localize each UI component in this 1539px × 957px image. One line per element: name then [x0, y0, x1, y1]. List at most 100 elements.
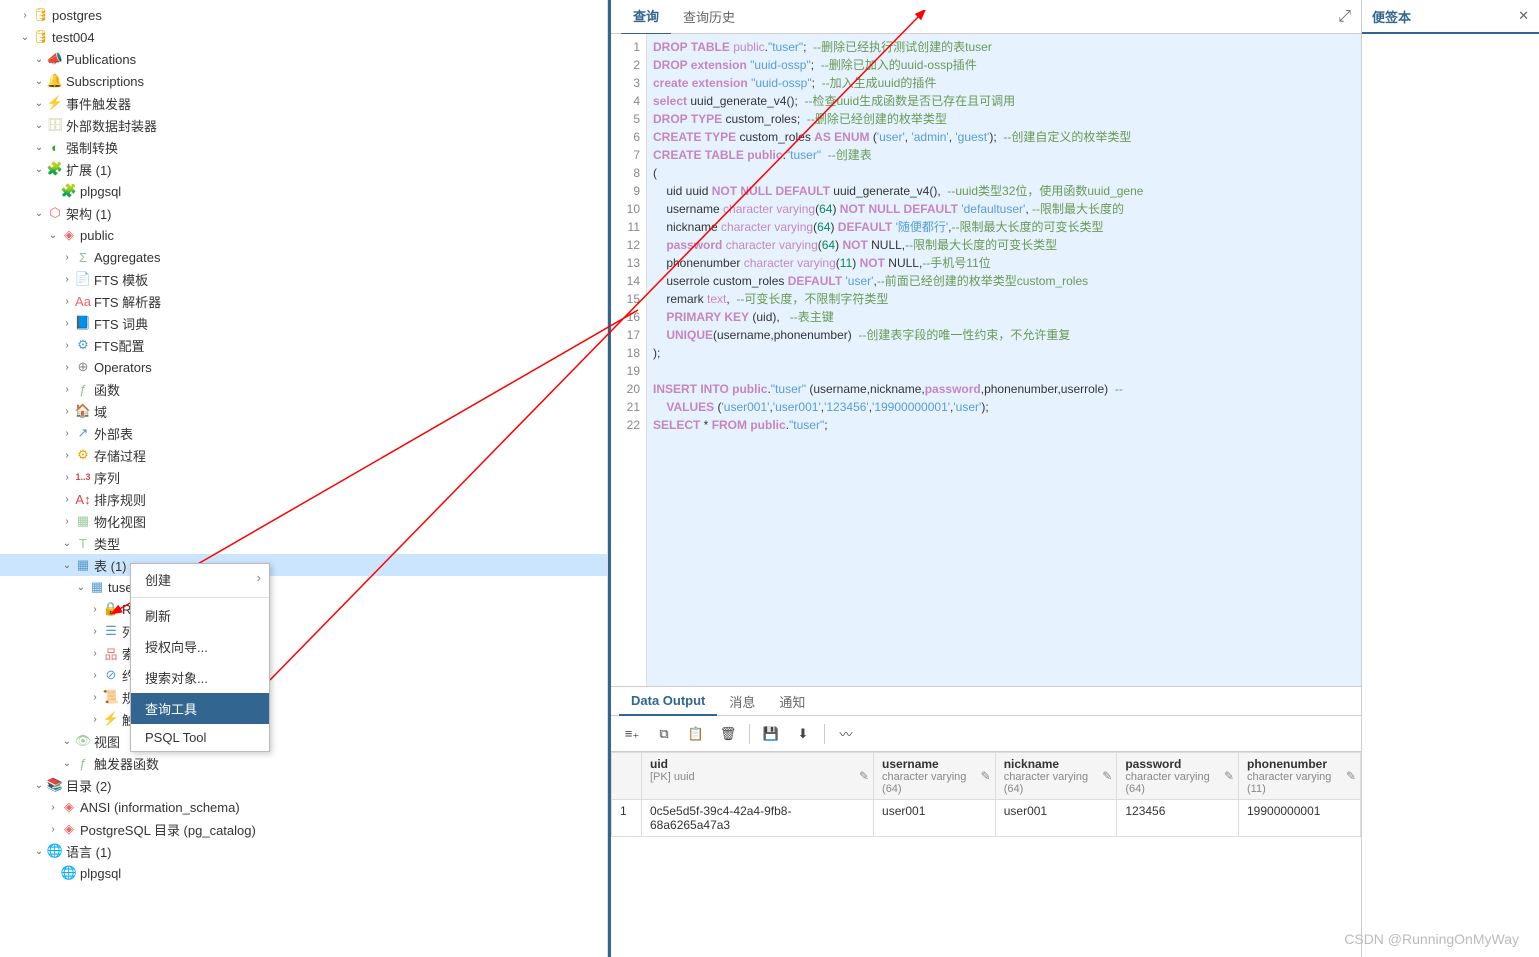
tab-history[interactable]: 查询历史 [671, 0, 747, 34]
chart-icon[interactable]: 〰 [831, 720, 861, 748]
tree-item[interactable]: ⌄ƒ触发器函数 [0, 752, 607, 774]
tree-arrow-icon[interactable]: ⌄ [60, 538, 74, 549]
tree-arrow-icon[interactable]: › [60, 428, 74, 439]
object-tree[interactable]: ›🛢postgres⌄🛢test004⌄📣Publications⌄🔔Subsc… [0, 0, 608, 957]
tree-item[interactable]: ⌄📚目录 (2) [0, 774, 607, 796]
tree-item[interactable]: ›📘FTS 词典 [0, 312, 607, 334]
close-icon[interactable]: ✕ [1518, 8, 1529, 24]
tree-item[interactable]: 🌐plpgsql [0, 862, 607, 884]
code-line[interactable]: INSERT INTO public."tuser" (username,nic… [653, 380, 1355, 398]
code-line[interactable]: ( [653, 164, 1355, 182]
edit-icon[interactable]: ✎ [1224, 769, 1234, 783]
tree-arrow-icon[interactable]: ⌄ [32, 76, 46, 87]
download-icon[interactable]: ⬇ [788, 720, 818, 748]
tab-query[interactable]: 查询 [621, 0, 671, 35]
cell[interactable]: 0c5e5d5f-39c4-42a4-9fb8-68a6265a47a3 [642, 800, 874, 837]
code-line[interactable]: username character varying(64) NOT NULL … [653, 200, 1355, 218]
cell[interactable]: user001 [874, 800, 996, 837]
tree-item[interactable]: ›▦物化视图 [0, 510, 607, 532]
tree-item[interactable]: ›ƒ函数 [0, 378, 607, 400]
edit-icon[interactable]: ✎ [1346, 769, 1356, 783]
tree-item[interactable]: ›⚙存储过程 [0, 444, 607, 466]
code-line[interactable]: remark text, --可变长度，不限制字符类型 [653, 290, 1355, 308]
tree-item[interactable]: ⌄🔔Subscriptions [0, 70, 607, 92]
tree-arrow-icon[interactable]: › [60, 296, 74, 307]
code-line[interactable]: password character varying(64) NOT NULL,… [653, 236, 1355, 254]
tree-item[interactable]: ›↗外部表 [0, 422, 607, 444]
data-output-grid[interactable]: uid[PK] uuid✎usernamecharacter varying (… [611, 752, 1361, 837]
tree-arrow-icon[interactable]: › [60, 252, 74, 263]
tree-arrow-icon[interactable]: ⌄ [32, 54, 46, 65]
column-header[interactable]: passwordcharacter varying (64)✎ [1117, 753, 1239, 800]
tree-arrow-icon[interactable]: ⌄ [32, 164, 46, 175]
tree-arrow-icon[interactable]: › [60, 384, 74, 395]
cell[interactable]: 123456 [1117, 800, 1239, 837]
tree-item[interactable]: ⌄▦tuser [0, 576, 607, 598]
tree-arrow-icon[interactable]: › [46, 802, 60, 813]
tree-item[interactable]: ›◈ANSI (information_schema) [0, 796, 607, 818]
tree-item[interactable]: ⌄T类型 [0, 532, 607, 554]
tree-item[interactable]: ⌄◐强制转换 [0, 136, 607, 158]
tab-data-output[interactable]: Data Output [619, 687, 717, 716]
tree-arrow-icon[interactable]: › [60, 406, 74, 417]
edit-icon[interactable]: ✎ [1102, 769, 1112, 783]
tree-item[interactable]: ⌄🧩扩展 (1) [0, 158, 607, 180]
tab-messages[interactable]: 消息 [717, 686, 767, 717]
code-line[interactable]: VALUES ('user001','user001','123456','19… [653, 398, 1355, 416]
tree-arrow-icon[interactable]: ⌄ [46, 230, 60, 241]
context-menu[interactable]: 创建›刷新授权向导...搜索对象...查询工具PSQL Tool [130, 563, 270, 752]
tree-item[interactable]: ›⚙FTS配置 [0, 334, 607, 356]
tree-item[interactable]: ›📄FTS 模板 [0, 268, 607, 290]
code-line[interactable]: UNIQUE(username,phonenumber) --创建表字段的唯一性… [653, 326, 1355, 344]
expand-icon[interactable]: ⤢ [1338, 8, 1351, 26]
tree-item[interactable]: ›📜规则 [0, 686, 607, 708]
tree-arrow-icon[interactable]: ⌄ [60, 560, 74, 571]
tree-arrow-icon[interactable]: › [60, 274, 74, 285]
tree-arrow-icon[interactable]: ⌄ [32, 98, 46, 109]
column-header[interactable]: nicknamecharacter varying (64)✎ [995, 753, 1117, 800]
code-line[interactable]: phonenumber character varying(11) NOT NU… [653, 254, 1355, 272]
tree-arrow-icon[interactable]: › [88, 692, 102, 703]
column-header[interactable]: uid[PK] uuid✎ [642, 753, 874, 800]
tree-item[interactable]: ›⊘约束 [0, 664, 607, 686]
column-header[interactable]: phonenumbercharacter varying (11)✎ [1239, 753, 1361, 800]
tree-arrow-icon[interactable]: › [88, 648, 102, 659]
tree-arrow-icon[interactable]: › [60, 494, 74, 505]
tree-item[interactable]: ›🛢postgres [0, 4, 607, 26]
tree-item[interactable]: 🧩plpgsql [0, 180, 607, 202]
copy-icon[interactable]: ⧉ [649, 720, 679, 748]
tree-item[interactable]: ›⊕Operators [0, 356, 607, 378]
tree-arrow-icon[interactable]: › [88, 714, 102, 725]
tree-item[interactable]: ⌄▦表 (1) [0, 554, 607, 576]
tree-arrow-icon[interactable]: › [60, 340, 74, 351]
tab-notifications[interactable]: 通知 [767, 686, 817, 717]
tree-arrow-icon[interactable]: › [88, 626, 102, 637]
tree-item[interactable]: ⌄🗄外部数据封装器 [0, 114, 607, 136]
cell[interactable]: 19900000001 [1239, 800, 1361, 837]
tree-item[interactable]: ⌄◈public [0, 224, 607, 246]
tree-arrow-icon[interactable]: ⌄ [32, 846, 46, 857]
tree-item[interactable]: ⌄⬡架构 (1) [0, 202, 607, 224]
tree-arrow-icon[interactable]: ⌄ [32, 780, 46, 791]
column-header[interactable]: usernamecharacter varying (64)✎ [874, 753, 996, 800]
tree-item[interactable]: ›⚡触发 [0, 708, 607, 730]
edit-icon[interactable]: ✎ [859, 769, 869, 783]
edit-icon[interactable]: ✎ [981, 769, 991, 783]
tree-arrow-icon[interactable]: ⌄ [32, 142, 46, 153]
code-line[interactable]: ); [653, 344, 1355, 362]
tree-item[interactable]: ›A↕排序规则 [0, 488, 607, 510]
menu-item[interactable]: 查询工具 [131, 693, 269, 724]
sql-editor[interactable]: 12345678910111213141516171819202122 DROP… [611, 34, 1361, 686]
code-line[interactable]: DROP TYPE custom_roles; --删除已经创建的枚举类型 [653, 110, 1355, 128]
save-data-icon[interactable]: 💾 [756, 720, 786, 748]
tree-item[interactable]: ›🏠域 [0, 400, 607, 422]
code-line[interactable]: DROP extension "uuid-ossp"; --删除已加入的uuid… [653, 56, 1355, 74]
tree-item[interactable]: ›☰列 [0, 620, 607, 642]
code-line[interactable]: create extension "uuid-ossp"; --加入生成uuid… [653, 74, 1355, 92]
cell[interactable]: user001 [995, 800, 1117, 837]
menu-item[interactable]: 授权向导... [131, 631, 269, 662]
tree-item[interactable]: ⌄⚡事件触发器 [0, 92, 607, 114]
code-line[interactable] [653, 362, 1355, 380]
tree-arrow-icon[interactable]: › [46, 824, 60, 835]
menu-item[interactable]: PSQL Tool [131, 724, 269, 751]
